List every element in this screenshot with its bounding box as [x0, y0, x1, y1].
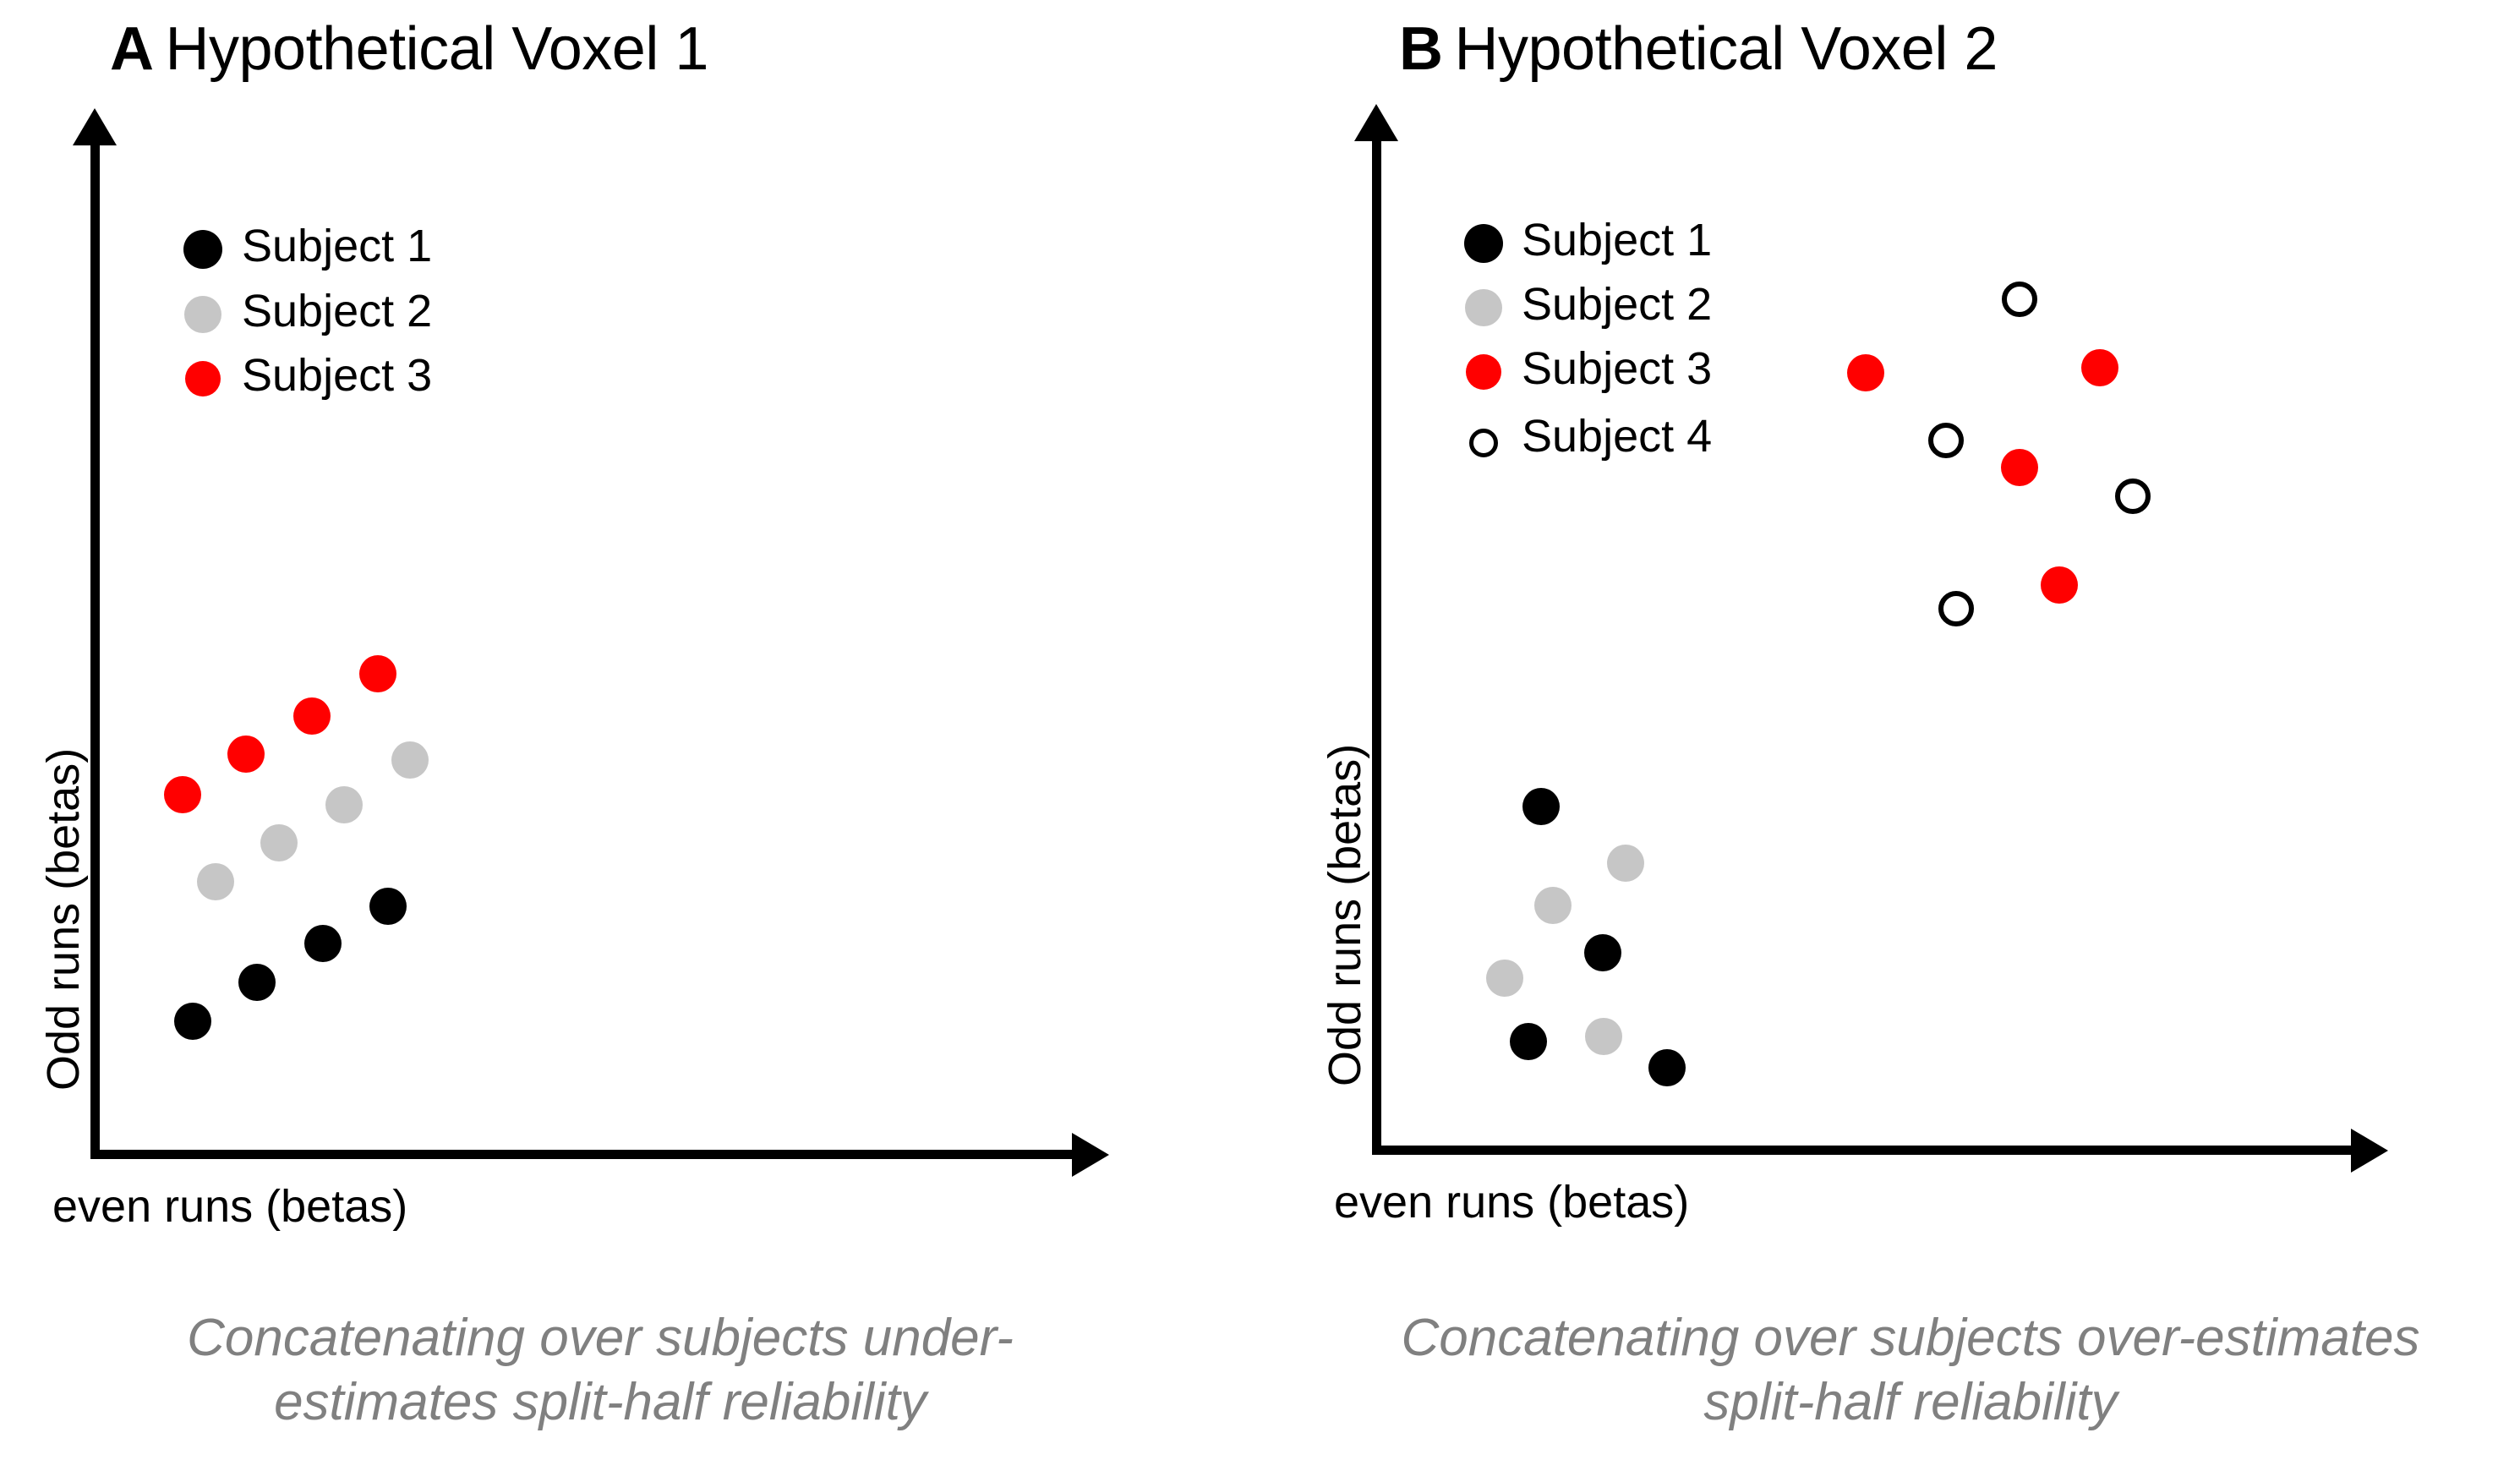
data-point — [325, 786, 363, 823]
data-point — [1510, 1023, 1547, 1060]
data-point — [1607, 845, 1644, 882]
data-point — [2001, 449, 2038, 486]
data-point — [1534, 887, 1572, 924]
panel-a-x-axis-label: even runs (betas) — [52, 1181, 408, 1232]
data-point — [2081, 349, 2118, 386]
data-point — [1928, 423, 1964, 458]
panel-a-y-axis-label: Odd runs (betas) — [38, 747, 89, 1091]
panel-b-legend-label-subject1: Subject 1 — [1522, 215, 1713, 265]
panel-b-x-axis-line — [1372, 1146, 2351, 1155]
data-point — [1486, 960, 1523, 997]
panel-b-y-axis-line — [1372, 139, 1381, 1155]
panel-b-title: B Hypothetical Voxel 2 — [1399, 19, 1998, 79]
data-point — [2115, 479, 2151, 514]
data-point — [1585, 1018, 1622, 1055]
panel-b-title-text: Hypothetical Voxel 2 — [1454, 15, 1998, 83]
data-point — [1847, 354, 1884, 391]
data-point — [164, 776, 201, 813]
data-point — [1522, 788, 1560, 825]
data-point — [391, 741, 429, 779]
panel-b-legend-label-subject4: Subject 4 — [1522, 411, 1713, 462]
legend-marker-filled-circle-icon — [1464, 224, 1503, 263]
panel-a-legend-label-subject3: Subject 3 — [242, 350, 433, 401]
data-point — [1584, 934, 1621, 971]
panel-a-title-text: Hypothetical Voxel 1 — [165, 15, 709, 83]
panel-b-legend-label-subject2: Subject 2 — [1522, 279, 1713, 330]
data-point — [369, 888, 407, 925]
legend-marker-filled-circle-icon — [1465, 289, 1502, 326]
data-point — [197, 863, 234, 900]
data-point — [359, 655, 396, 692]
panel-b-caption: Concatenating over subjects over-estimat… — [1401, 1309, 2420, 1431]
data-point — [238, 964, 276, 1001]
panel-b-letter: B — [1399, 15, 1443, 83]
data-point — [304, 925, 342, 962]
data-point — [227, 736, 265, 773]
panel-b-y-axis-arrow-icon — [1354, 104, 1398, 141]
panel-a: A Hypothetical Voxel 1 even runs (betas) … — [0, 0, 1260, 1482]
panel-b: B Hypothetical Voxel 2 even runs (betas) … — [1260, 0, 2520, 1482]
panel-b-x-axis-arrow-icon — [2351, 1129, 2388, 1173]
data-point — [293, 697, 331, 735]
panel-a-legend-label-subject2: Subject 2 — [242, 286, 433, 336]
data-point — [1938, 591, 1974, 626]
panel-a-x-axis-line — [90, 1150, 1072, 1159]
legend-marker-open-circle-icon — [1469, 429, 1498, 457]
panel-a-y-axis-line — [90, 144, 100, 1159]
panel-a-x-axis-arrow-icon — [1072, 1133, 1109, 1177]
panel-a-legend-label-subject1: Subject 1 — [242, 221, 433, 271]
panel-b-legend-label-subject3: Subject 3 — [1522, 343, 1713, 394]
panel-a-letter: A — [110, 15, 154, 83]
legend-marker-filled-circle-icon — [1466, 354, 1501, 390]
legend-marker-filled-circle-icon — [185, 361, 221, 396]
data-point — [260, 824, 298, 861]
panel-a-title: A Hypothetical Voxel 1 — [110, 19, 708, 79]
panel-b-x-axis-label: even runs (betas) — [1334, 1177, 1690, 1228]
data-point — [174, 1003, 211, 1040]
legend-marker-filled-circle-icon — [183, 230, 222, 269]
data-point — [2002, 282, 2037, 317]
data-point — [2041, 566, 2078, 604]
figure-root: A Hypothetical Voxel 1 even runs (betas) … — [0, 0, 2520, 1482]
panel-a-caption: Concatenating over subjects under-estima… — [187, 1309, 1014, 1431]
panel-a-y-axis-arrow-icon — [73, 108, 117, 145]
data-point — [1648, 1049, 1686, 1086]
legend-marker-filled-circle-icon — [184, 296, 221, 333]
panel-b-y-axis-label: Odd runs (betas) — [1320, 743, 1370, 1086]
